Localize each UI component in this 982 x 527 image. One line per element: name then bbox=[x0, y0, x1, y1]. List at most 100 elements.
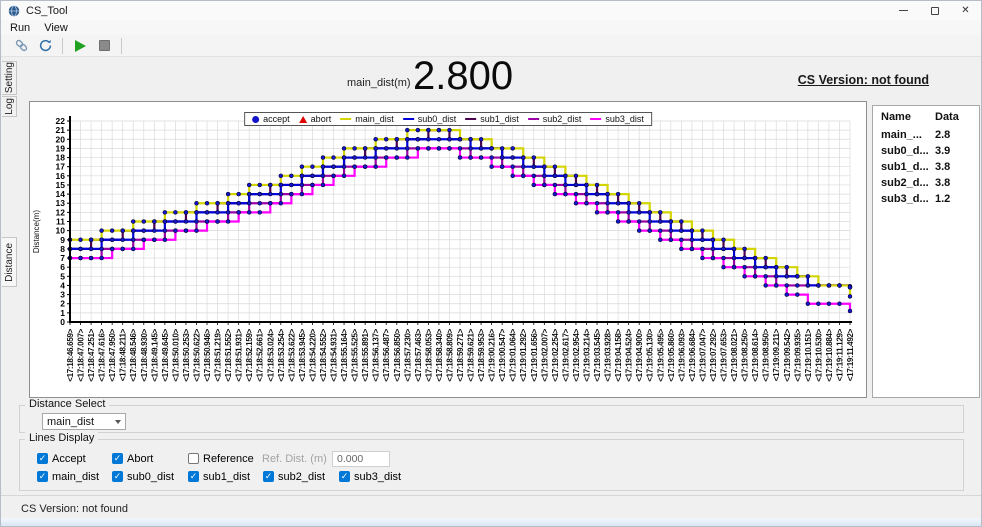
checkbox-sub0_dist[interactable]: ✓sub0_dist bbox=[112, 470, 174, 483]
title-bar: CS_Tool ✕ bbox=[1, 1, 981, 20]
svg-text:3: 3 bbox=[60, 290, 65, 300]
link-button[interactable] bbox=[9, 36, 33, 56]
sync-button[interactable] bbox=[33, 36, 57, 56]
checkbox-main_dist[interactable]: ✓main_dist bbox=[37, 470, 99, 483]
window-title: CS_Tool bbox=[26, 5, 68, 17]
close-button[interactable]: ✕ bbox=[950, 1, 981, 20]
svg-text:<17:19:11.129>: <17:19:11.129> bbox=[835, 328, 844, 381]
distance-select-label: Distance Select bbox=[25, 398, 109, 410]
svg-text:10: 10 bbox=[56, 226, 66, 236]
svg-text:<17:19:00.216>: <17:19:00.216> bbox=[488, 328, 497, 381]
table-row: sub2_d...3.8 bbox=[873, 175, 979, 191]
checkbox-sub2_dist[interactable]: ✓sub2_dist bbox=[263, 470, 325, 483]
checkbox-icon: ✓ bbox=[263, 471, 274, 482]
legend-item-accept: accept bbox=[252, 114, 290, 124]
svg-text:<17:19:05.495>: <17:19:05.495> bbox=[656, 328, 665, 381]
legend-line-icon bbox=[590, 118, 601, 120]
svg-text:<17:18:52.159>: <17:18:52.159> bbox=[245, 328, 254, 381]
x-axis: <17:18:46.659><17:18:47.007><17:18:47.25… bbox=[66, 322, 855, 382]
minimize-button[interactable] bbox=[888, 1, 919, 20]
table-row: sub0_d...3.9 bbox=[873, 143, 979, 159]
run-button[interactable] bbox=[68, 36, 92, 56]
menu-run[interactable]: Run bbox=[10, 22, 30, 34]
checkbox-abort[interactable]: ✓Abort bbox=[112, 452, 153, 465]
legend-item-abort: abort bbox=[299, 114, 332, 124]
svg-text:<17:18:56.850>: <17:18:56.850> bbox=[393, 328, 402, 381]
play-icon bbox=[75, 40, 86, 52]
chart-panel: acceptabortmain_distsub0_distsub1_distsu… bbox=[29, 101, 867, 398]
svg-text:<17:18:56.487>: <17:18:56.487> bbox=[382, 328, 391, 381]
svg-text:<17:18:55.525>: <17:18:55.525> bbox=[351, 328, 360, 381]
legend-line-icon bbox=[340, 118, 351, 120]
svg-text:<17:18:59.621>: <17:18:59.621> bbox=[467, 328, 476, 381]
svg-text:<17:19:01.292>: <17:19:01.292> bbox=[519, 328, 528, 381]
name-cell: main_... bbox=[881, 129, 935, 141]
name-cell: sub0_d... bbox=[881, 145, 935, 157]
checkbox-sub1_dist[interactable]: ✓sub1_dist bbox=[188, 470, 250, 483]
svg-text:<17:19:02.617>: <17:19:02.617> bbox=[561, 328, 570, 381]
svg-text:<17:18:47.007>: <17:18:47.007> bbox=[77, 328, 86, 381]
application-window: CS_Tool ✕ Run View bbox=[0, 0, 982, 527]
svg-text:<17:18:46.659>: <17:18:46.659> bbox=[66, 328, 75, 381]
svg-text:<17:18:53.024>: <17:18:53.024> bbox=[266, 328, 275, 381]
svg-text:14: 14 bbox=[56, 189, 66, 199]
legend-item-sub2_dist: sub2_dist bbox=[528, 114, 582, 124]
svg-text:9: 9 bbox=[60, 235, 65, 245]
legend-line-icon bbox=[403, 118, 414, 120]
data-cell: 2.8 bbox=[935, 129, 975, 141]
svg-text:13: 13 bbox=[56, 198, 66, 208]
svg-text:<17:18:59.953>: <17:18:59.953> bbox=[477, 328, 486, 381]
svg-text:1: 1 bbox=[60, 308, 65, 318]
svg-text:<17:19:09.211>: <17:19:09.211> bbox=[772, 328, 781, 381]
legend-triangle-icon bbox=[299, 116, 307, 123]
menu-view[interactable]: View bbox=[44, 22, 68, 34]
svg-text:15: 15 bbox=[56, 180, 66, 190]
checkbox-reference[interactable]: Reference bbox=[188, 452, 254, 465]
tab-log[interactable]: Log bbox=[2, 96, 17, 117]
svg-text:<17:19:03.928>: <17:19:03.928> bbox=[604, 328, 613, 381]
svg-text:0: 0 bbox=[60, 317, 65, 327]
svg-text:<17:18:59.271>: <17:18:59.271> bbox=[456, 328, 465, 381]
lines-display-label: Lines Display bbox=[25, 432, 98, 444]
svg-text:<17:18:49.645>: <17:18:49.645> bbox=[161, 328, 170, 381]
data-cell: 3.8 bbox=[935, 161, 975, 173]
svg-text:<17:19:07.653>: <17:19:07.653> bbox=[720, 328, 729, 381]
svg-text:17: 17 bbox=[56, 162, 66, 172]
svg-text:22: 22 bbox=[56, 116, 66, 126]
svg-text:4: 4 bbox=[60, 280, 65, 290]
svg-text:<17:19:07.292>: <17:19:07.292> bbox=[709, 328, 718, 381]
checkbox-label: Accept bbox=[52, 453, 86, 465]
svg-text:12: 12 bbox=[56, 207, 66, 217]
checkbox-sub3_dist[interactable]: ✓sub3_dist bbox=[339, 470, 401, 483]
svg-text:<17:18:53.254>: <17:18:53.254> bbox=[277, 328, 286, 381]
svg-text:<17:19:02.954>: <17:19:02.954> bbox=[572, 328, 581, 381]
status-text: CS Version: not found bbox=[21, 503, 128, 515]
metric-label: main_dist(m) bbox=[347, 77, 411, 89]
checkbox-label: Reference bbox=[203, 453, 254, 465]
tab-label: Setting bbox=[4, 62, 15, 93]
name-cell: sub2_d... bbox=[881, 177, 935, 189]
svg-text:<17:18:48.546>: <17:18:48.546> bbox=[129, 328, 138, 381]
metric-value: 2.800 bbox=[413, 54, 513, 99]
maximize-button[interactable] bbox=[919, 1, 950, 20]
svg-text:<17:18:54.931>: <17:18:54.931> bbox=[330, 328, 339, 381]
svg-text:<17:18:47.251>: <17:18:47.251> bbox=[87, 328, 96, 381]
svg-text:<17:19:09.542>: <17:19:09.542> bbox=[783, 328, 792, 381]
table-header-row: NameData bbox=[873, 106, 979, 127]
ref-dist-input[interactable] bbox=[332, 451, 390, 467]
svg-text:<17:18:47.950>: <17:18:47.950> bbox=[108, 328, 117, 381]
chart-legend: acceptabortmain_distsub0_distsub1_distsu… bbox=[244, 112, 652, 126]
svg-text:<17:19:08.614>: <17:19:08.614> bbox=[751, 328, 760, 381]
stop-button[interactable] bbox=[92, 36, 116, 56]
tab-setting[interactable]: Setting bbox=[2, 61, 17, 95]
svg-text:18: 18 bbox=[56, 153, 66, 163]
svg-text:<17:19:08.950>: <17:19:08.950> bbox=[762, 328, 771, 381]
checkbox-accept[interactable]: ✓Accept bbox=[37, 452, 86, 465]
lines-display-group: Lines Display Ref. Dist. (m) ✓Accept✓Abo… bbox=[19, 439, 964, 491]
svg-text:<17:19:01.656>: <17:19:01.656> bbox=[530, 328, 539, 381]
distance-select-combobox[interactable]: main_dist bbox=[42, 413, 126, 430]
tab-distance[interactable]: Distance bbox=[2, 237, 17, 287]
sync-icon bbox=[38, 38, 53, 53]
svg-text:<17:18:54.220>: <17:18:54.220> bbox=[308, 328, 317, 381]
svg-text:20: 20 bbox=[56, 134, 66, 144]
